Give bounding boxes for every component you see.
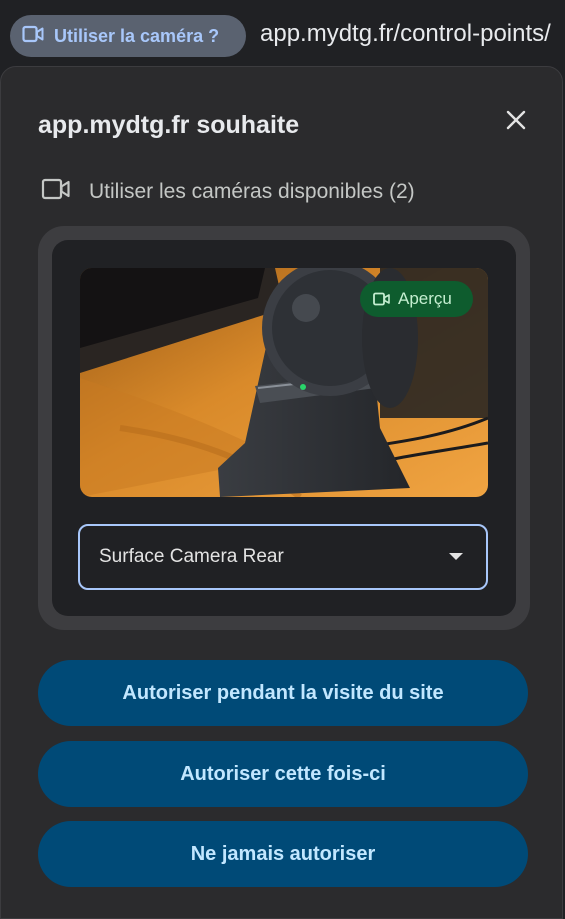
- permission-text: Utiliser les caméras disponibles (2): [89, 179, 415, 203]
- allow-while-visiting-button[interactable]: Autoriser pendant la visite du site: [38, 660, 528, 726]
- close-button[interactable]: [501, 107, 531, 137]
- address-bar: Utiliser la caméra ? app.mydtg.fr/contro…: [0, 0, 565, 68]
- dropdown-caret-icon: [449, 553, 463, 560]
- url-text[interactable]: app.mydtg.fr/control-points/: [260, 20, 551, 48]
- camera-select[interactable]: Surface Camera Rear: [78, 524, 488, 590]
- video-camera-icon: [373, 292, 390, 306]
- close-icon: [506, 110, 526, 135]
- camera-preview: Aperçu: [80, 268, 488, 497]
- preview-badge-label: Aperçu: [398, 289, 452, 308]
- camera-permission-dialog: app.mydtg.fr souhaite Utiliser les camér…: [0, 66, 563, 919]
- preview-badge: Aperçu: [360, 281, 473, 317]
- chip-label: Utiliser la caméra ?: [54, 25, 220, 46]
- permission-row: Utiliser les caméras disponibles (2): [41, 177, 415, 206]
- never-allow-button[interactable]: Ne jamais autoriser: [38, 821, 528, 887]
- camera-panel-inner: Aperçu Surface Camera Rear: [52, 240, 516, 616]
- camera-permission-chip[interactable]: Utiliser la caméra ?: [10, 15, 246, 57]
- camera-select-value: Surface Camera Rear: [99, 546, 284, 567]
- video-camera-icon: [22, 25, 44, 48]
- video-camera-icon: [41, 177, 71, 206]
- allow-this-time-button[interactable]: Autoriser cette fois-ci: [38, 741, 528, 807]
- camera-panel: Aperçu Surface Camera Rear: [38, 226, 530, 630]
- dialog-title: app.mydtg.fr souhaite: [38, 111, 300, 139]
